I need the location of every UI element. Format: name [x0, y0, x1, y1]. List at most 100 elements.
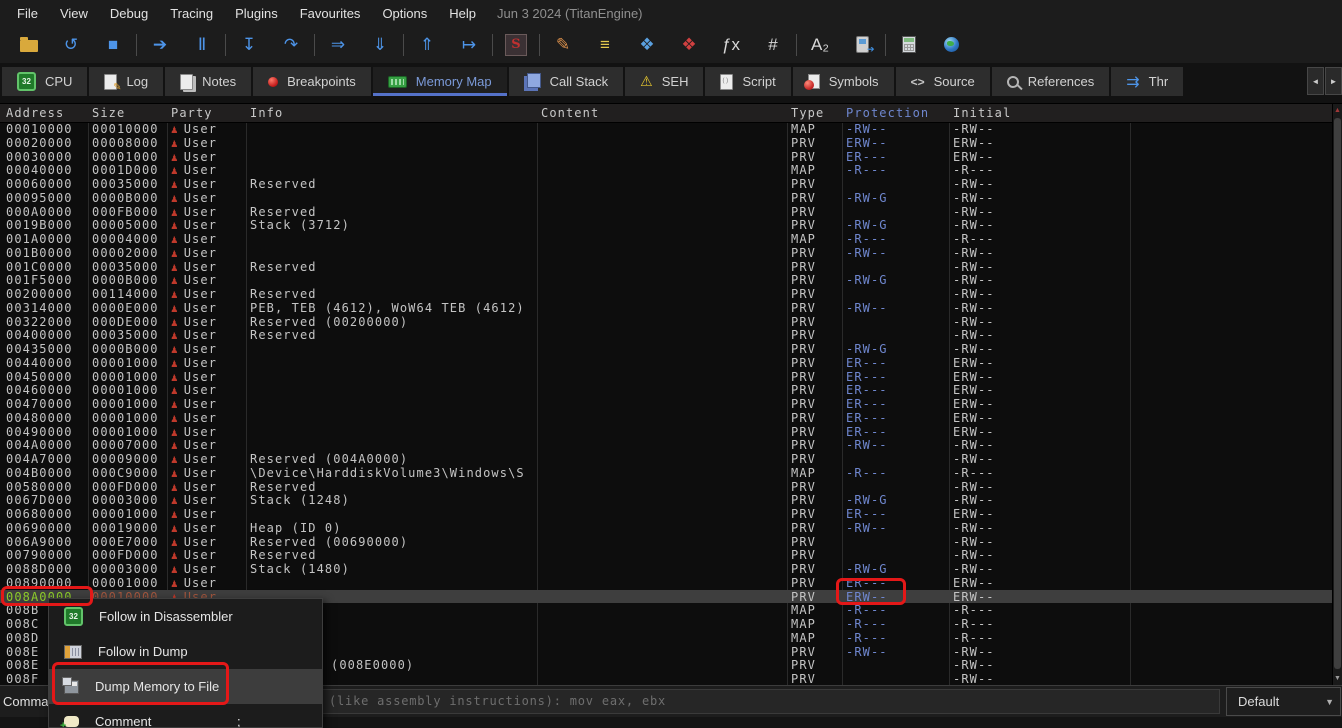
- scrollbar-thumb[interactable]: [1334, 118, 1341, 669]
- table-row[interactable]: 0089000000001000♟UserPRVER---ERW--: [0, 576, 1333, 590]
- table-row[interactable]: 0045000000001000♟UserPRVER---ERW--: [0, 370, 1333, 384]
- tab-source[interactable]: Source: [896, 67, 990, 96]
- toolbar-separator: [492, 34, 493, 56]
- table-row[interactable]: 006A9000000E7000♟UserReserved (00690000)…: [0, 535, 1333, 549]
- menu-item-comment[interactable]: Comment;: [49, 704, 322, 728]
- table-row[interactable]: 004B0000000C9000♟User\Device\HarddiskVol…: [0, 466, 1333, 480]
- open-file-icon[interactable]: [8, 30, 50, 60]
- table-row[interactable]: 0068000000001000♟UserPRVER---ERW--: [0, 507, 1333, 521]
- tab-call-stack[interactable]: Call Stack: [509, 67, 624, 96]
- table-row[interactable]: 003140000000E000♟UserPEB, TEB (4612), Wo…: [0, 301, 1333, 315]
- red-labels-icon[interactable]: ❖: [668, 30, 710, 60]
- table-row[interactable]: 0088D00000003000♟UserStack (1480)PRV-RW-…: [0, 562, 1333, 576]
- tab-scroll-right-icon[interactable]: ►: [1325, 67, 1342, 95]
- x64dbg-window: FileViewDebugTracingPluginsFavouritesOpt…: [0, 0, 1342, 728]
- table-row[interactable]: 0006000000035000♟UserReservedPRV-RW--: [0, 177, 1333, 191]
- column-header-type[interactable]: Type: [791, 104, 840, 122]
- column-header-size[interactable]: Size: [92, 104, 165, 122]
- table-row[interactable]: 001B000000002000♟UserPRV-RW---RW--: [0, 246, 1333, 260]
- table-row[interactable]: 0046000000001000♟UserPRVER---ERW--: [0, 383, 1333, 397]
- patch-icon[interactable]: ✎: [542, 30, 584, 60]
- column-header-info[interactable]: Info: [250, 104, 536, 122]
- table-row[interactable]: 001A000000004000♟UserMAP-R----R---: [0, 232, 1333, 246]
- blue-labels-icon[interactable]: ❖: [626, 30, 668, 60]
- menu-debug[interactable]: Debug: [99, 2, 159, 25]
- table-row[interactable]: 0044000000001000♟UserPRVER---ERW--: [0, 356, 1333, 370]
- table-row[interactable]: 004A700000009000♟UserReserved (004A0000)…: [0, 452, 1333, 466]
- step-over-icon[interactable]: ↷: [270, 30, 312, 60]
- profile-dropdown[interactable]: Default ▼: [1226, 687, 1341, 716]
- tab-notes[interactable]: Notes: [165, 67, 251, 96]
- chevron-down-icon: ▼: [1325, 697, 1334, 707]
- menu-plugins[interactable]: Plugins: [224, 2, 289, 25]
- restart-icon[interactable]: ↺: [50, 30, 92, 60]
- menu-options[interactable]: Options: [371, 2, 438, 25]
- table-row[interactable]: 000950000000B000♟UserPRV-RW-G-RW--: [0, 191, 1333, 205]
- table-row[interactable]: 0048000000001000♟UserPRVER---ERW--: [0, 411, 1333, 425]
- run-to-user-code-icon[interactable]: ⇓: [359, 30, 401, 60]
- column-header-protection[interactable]: Protection: [846, 104, 947, 122]
- font-size-icon[interactable]: A₂: [799, 30, 841, 60]
- column-header-address[interactable]: Address: [6, 104, 86, 122]
- table-row[interactable]: 000400000001D000♟UserMAP-R----R---: [0, 163, 1333, 177]
- step-into-icon[interactable]: ↧: [228, 30, 270, 60]
- table-row[interactable]: 0069000000019000♟UserHeap (ID 0)PRV-RW--…: [0, 521, 1333, 535]
- table-row[interactable]: 0049000000001000♟UserPRVER---ERW--: [0, 425, 1333, 439]
- table-row[interactable]: 0019B00000005000♟UserStack (3712)PRV-RW-…: [0, 218, 1333, 232]
- column-header-party[interactable]: Party: [171, 104, 244, 122]
- hash-icon[interactable]: #: [752, 30, 794, 60]
- stop-icon[interactable]: ■: [92, 30, 134, 60]
- tab-log[interactable]: Log: [89, 67, 163, 96]
- table-row[interactable]: 0067D00000003000♟UserStack (1248)PRV-RW-…: [0, 493, 1333, 507]
- scylla-icon[interactable]: S: [495, 30, 537, 60]
- tab-memory-map[interactable]: Memory Map: [373, 67, 507, 96]
- table-row[interactable]: 0001000000010000♟UserMAP-RW---RW--: [0, 122, 1333, 136]
- menu-tracing[interactable]: Tracing: [159, 2, 224, 25]
- table-row[interactable]: 0040000000035000♟UserReservedPRV-RW--: [0, 328, 1333, 342]
- fx-icon[interactable]: ƒx: [710, 30, 752, 60]
- table-row[interactable]: 001F50000000B000♟UserPRV-RW-G-RW--: [0, 273, 1333, 287]
- tab-breakpoints[interactable]: Breakpoints: [253, 67, 371, 96]
- pause-icon[interactable]: Ⅱ: [181, 30, 223, 60]
- table-row[interactable]: 00322000000DE000♟UserReserved (00200000)…: [0, 315, 1333, 329]
- menu-favourites[interactable]: Favourites: [289, 2, 372, 25]
- tab-symbols[interactable]: Symbols: [793, 67, 894, 96]
- tab-references[interactable]: References: [992, 67, 1109, 96]
- tab-thr[interactable]: Thr: [1111, 67, 1183, 96]
- animate-into-icon[interactable]: ⇒: [317, 30, 359, 60]
- table-row[interactable]: 0003000000001000♟UserPRVER---ERW--: [0, 150, 1333, 164]
- references-magnifier-icon: [1007, 76, 1019, 88]
- table-row[interactable]: 0047000000001000♟UserPRVER---ERW--: [0, 397, 1333, 411]
- menu-view[interactable]: View: [49, 2, 99, 25]
- tab-scroll-left-icon[interactable]: ◄: [1307, 67, 1324, 95]
- table-row[interactable]: 0002000000008000♟UserPRVERW--ERW--: [0, 136, 1333, 150]
- column-header-content[interactable]: Content: [541, 104, 785, 122]
- user-icon: ♟: [171, 219, 179, 232]
- run-icon[interactable]: ➔: [139, 30, 181, 60]
- table-row[interactable]: 00790000000FD000♟UserReservedPRV-RW--: [0, 548, 1333, 562]
- menu-file[interactable]: File: [6, 2, 49, 25]
- menu-help[interactable]: Help: [438, 2, 487, 25]
- tab-seh[interactable]: SEH: [625, 67, 703, 96]
- globe-icon[interactable]: [930, 30, 972, 60]
- scroll-up-icon[interactable]: ▲: [1333, 105, 1342, 116]
- run-until-return-icon[interactable]: ↦: [448, 30, 490, 60]
- table-row[interactable]: 004350000000B000♟UserPRV-RW-G-RW--: [0, 342, 1333, 356]
- table-row[interactable]: 0020000000114000♟UserReservedPRV-RW--: [0, 287, 1333, 301]
- scroll-down-icon[interactable]: ▼: [1333, 673, 1342, 684]
- attach-icon[interactable]: [841, 30, 883, 60]
- vertical-scrollbar[interactable]: ▲ ▼: [1332, 104, 1342, 685]
- calculator-icon[interactable]: [888, 30, 930, 60]
- table-row[interactable]: 000A0000000FB000♟UserReservedPRV-RW--: [0, 205, 1333, 219]
- column-header-initial[interactable]: Initial: [953, 104, 1129, 122]
- tab-bar: CPULogNotesBreakpointsMemory MapCall Sta…: [0, 63, 1342, 103]
- tab-scroll-buttons: ◄ ►: [1307, 67, 1342, 95]
- tab-cpu[interactable]: CPU: [2, 67, 87, 96]
- engine-status-text: Jun 3 2024 (TitanEngine): [497, 6, 643, 21]
- step-out-icon[interactable]: ⇑: [406, 30, 448, 60]
- table-row[interactable]: 001C000000035000♟UserReservedPRV-RW--: [0, 260, 1333, 274]
- table-row[interactable]: 00580000000FD000♟UserReservedPRV-RW--: [0, 480, 1333, 494]
- comment-lines-icon[interactable]: ≡: [584, 30, 626, 60]
- table-row[interactable]: 004A000000007000♟UserPRV-RW---RW--: [0, 438, 1333, 452]
- tab-script[interactable]: Script: [705, 67, 790, 96]
